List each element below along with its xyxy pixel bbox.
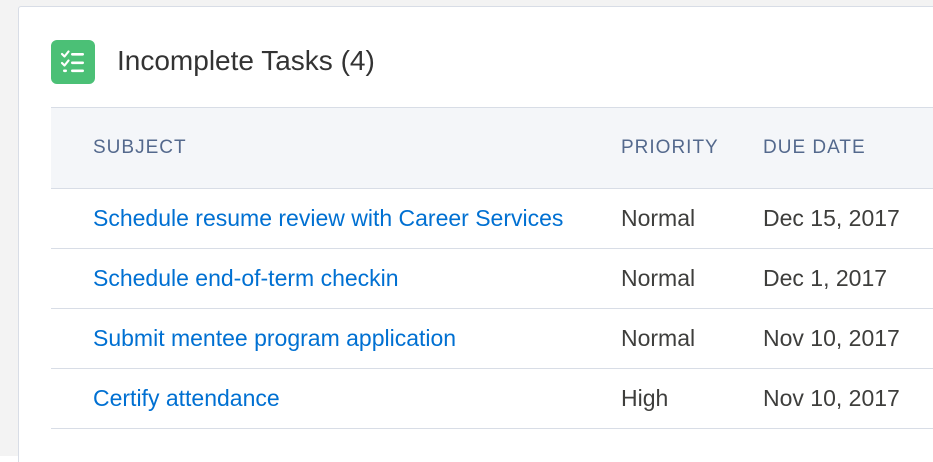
task-subject-link[interactable]: Certify attendance	[93, 369, 280, 428]
task-subject-link[interactable]: Schedule end-of-term checkin	[93, 249, 399, 308]
table-row: Schedule end-of-term checkin Normal Dec …	[51, 249, 933, 309]
task-due-date: Dec 1, 2017	[763, 265, 888, 291]
table-row: Certify attendance High Nov 10, 2017	[51, 369, 933, 429]
task-subject-link[interactable]: Schedule resume review with Career Servi…	[93, 189, 563, 248]
card-title[interactable]: Incomplete Tasks (4)	[117, 41, 375, 81]
tasks-card: Incomplete Tasks (4) SUBJECT PRIORITY DU…	[18, 6, 933, 462]
task-priority: Normal	[621, 325, 696, 351]
tasks-table: SUBJECT PRIORITY DUE DATE Schedule resum…	[51, 107, 933, 429]
column-header-priority[interactable]: PRIORITY	[621, 108, 719, 188]
column-header-due-date[interactable]: DUE DATE	[763, 108, 866, 188]
table-row: Schedule resume review with Career Servi…	[51, 189, 933, 249]
task-due-date: Nov 10, 2017	[763, 385, 900, 411]
column-header-subject[interactable]: SUBJECT	[93, 108, 187, 188]
task-priority: Normal	[621, 265, 696, 291]
card-header: Incomplete Tasks (4)	[19, 7, 933, 107]
table-row: Submit mentee program application Normal…	[51, 309, 933, 369]
page-background: Incomplete Tasks (4) SUBJECT PRIORITY DU…	[0, 0, 933, 462]
task-list-icon	[51, 40, 95, 84]
task-due-date: Nov 10, 2017	[763, 325, 900, 351]
task-subject-link[interactable]: Submit mentee program application	[93, 309, 456, 368]
task-due-date: Dec 15, 2017	[763, 205, 900, 231]
task-list-icon-glyph	[60, 50, 84, 73]
task-priority: High	[621, 385, 669, 411]
task-priority: Normal	[621, 205, 696, 231]
table-header-row: SUBJECT PRIORITY DUE DATE	[51, 107, 933, 189]
